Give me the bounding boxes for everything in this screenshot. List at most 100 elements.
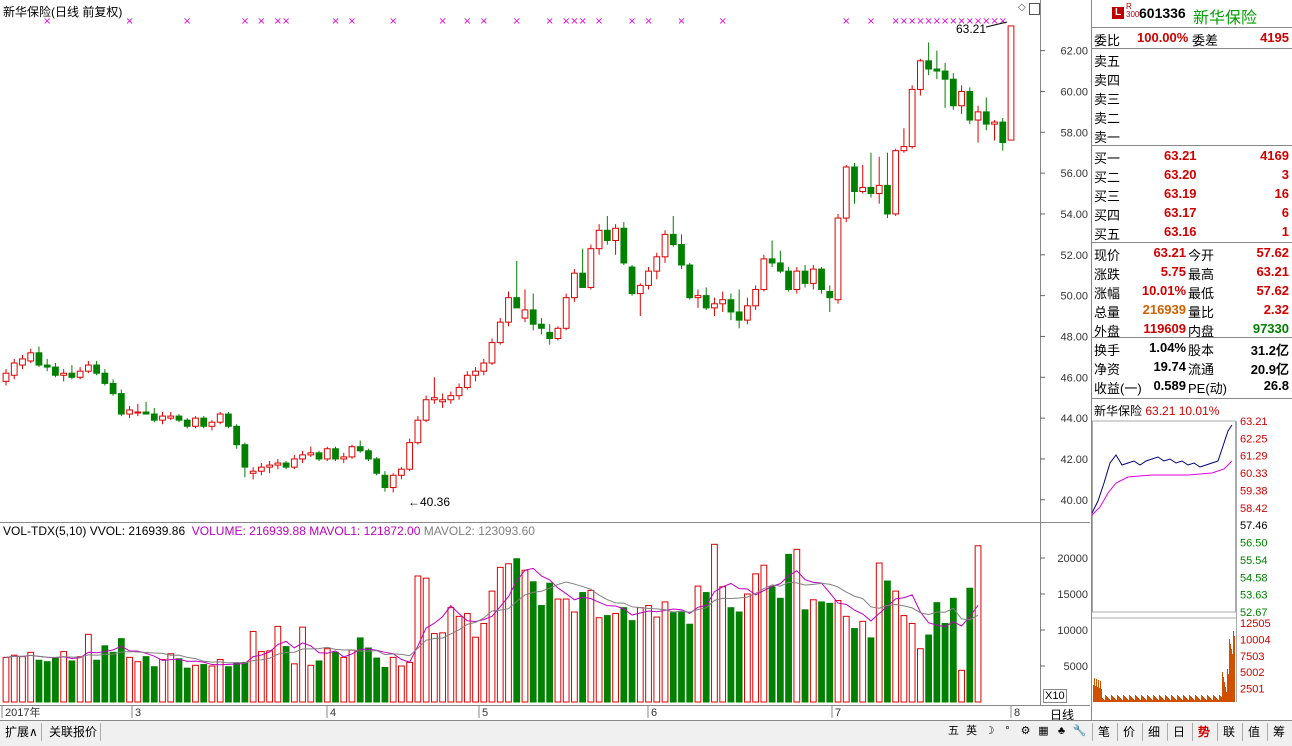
fundamental-row: 净资 19.74 流通 20.9亿 [1092, 358, 1292, 377]
volume-bar [735, 611, 743, 703]
signal-marker: × [241, 16, 249, 27]
tray-icon[interactable]: ⚙ [1018, 724, 1033, 739]
quote-label: 总量 [1094, 305, 1121, 320]
tray-icon[interactable]: 英 [964, 724, 979, 739]
candle-body [892, 150, 900, 215]
signal-marker: × [545, 16, 553, 27]
sell-level-row[interactable]: 卖三 [1092, 88, 1292, 107]
candle-body [348, 446, 356, 458]
volume-bar [834, 599, 842, 703]
volume-bar [653, 616, 661, 703]
candle-body [752, 289, 760, 307]
candle-body [949, 78, 957, 107]
fundamental-value: 19.74 [1153, 359, 1186, 374]
intraday-mini-chart[interactable]: 63.21 62.25 61.29 60.33 59.38 58.42 57.46 56.50… [1092, 417, 1292, 717]
side-tab[interactable]: 联 [1217, 723, 1240, 741]
volume-bar [52, 657, 59, 703]
side-tab[interactable]: 势 [1192, 723, 1215, 741]
window-restore-icon[interactable] [1029, 3, 1040, 15]
side-tab[interactable]: 细 [1142, 723, 1165, 741]
candle-body [126, 409, 133, 415]
expand-tab[interactable]: 扩展∧ [2, 723, 42, 741]
candle-body [373, 458, 381, 474]
mini-vol-tick: 7503 [1240, 651, 1264, 663]
month-label: 5 [482, 707, 488, 719]
sell-level-row[interactable]: 卖二 [1092, 107, 1292, 126]
buy-level-row[interactable]: 买三 63.19 16 [1092, 185, 1292, 204]
volume-bar [628, 620, 636, 703]
related-quote-tab[interactable]: 关联报价 [46, 723, 102, 741]
quote-value: 57.62 [1256, 283, 1289, 298]
quote-row: 涨跌 5.75 最高 63.21 [1092, 263, 1292, 282]
buy-level-volume: 6 [1281, 205, 1289, 220]
volume-bar [818, 601, 825, 703]
buy-level-row[interactable]: 买五 63.16 1 [1092, 223, 1292, 242]
vol-volume: VOLUME: 216939.88 [191, 524, 306, 538]
buy-level-row[interactable]: 买一 63.21 4169 [1092, 147, 1292, 166]
tray-icon[interactable]: ♣ [1054, 724, 1069, 739]
side-tab[interactable]: 笔 [1092, 723, 1115, 741]
volume-bar [315, 660, 323, 703]
candle-body [529, 309, 537, 325]
candle-body [851, 166, 858, 192]
quote-value: 57.62 [1256, 245, 1289, 260]
volume-bar [925, 634, 933, 703]
side-tab[interactable]: 筹 [1267, 723, 1290, 741]
volume-bar [571, 611, 578, 703]
quote-value: 63.21 [1153, 245, 1186, 260]
candle-body [834, 217, 842, 301]
volume-bar [282, 646, 290, 703]
side-tab[interactable]: 值 [1242, 723, 1265, 741]
buy-level-row[interactable]: 买二 63.20 3 [1092, 166, 1292, 185]
volume-bar [35, 659, 43, 703]
candle-body [323, 448, 331, 460]
mini-vol-tick: 10004 [1240, 634, 1271, 646]
tray-icon[interactable]: ° [1000, 724, 1015, 739]
candle-body [208, 421, 216, 427]
fundamental-label: 净资 [1094, 362, 1121, 377]
sell-level-row[interactable]: 卖五 [1092, 50, 1292, 69]
candle-body [587, 248, 595, 288]
candle-body [735, 311, 743, 321]
stock-name: 新华保险 [1193, 10, 1258, 27]
sell-level-row[interactable]: 卖一 [1092, 126, 1292, 145]
sell-level-label: 卖三 [1094, 92, 1121, 107]
tray-icon[interactable]: 五 [946, 724, 961, 739]
diamond-icon[interactable]: ◇ [1018, 3, 1028, 13]
side-tab[interactable]: 日 [1167, 723, 1190, 741]
volume-bar [216, 659, 224, 703]
buy-level-row[interactable]: 买四 63.17 6 [1092, 204, 1292, 223]
volume-bar [686, 623, 694, 703]
volume-bar [340, 656, 348, 703]
price-tick-label: 44.00 [1060, 413, 1088, 425]
candle-body [266, 464, 273, 468]
sell-level-row[interactable]: 卖四 [1092, 69, 1292, 88]
candle-body [365, 450, 372, 460]
candle-body [521, 309, 529, 319]
candle-body [381, 474, 389, 489]
mini-vol-tick: 12505 [1240, 618, 1271, 630]
tray-icon[interactable]: ▦ [1036, 724, 1051, 739]
kline-chart[interactable]: 62.00 60.00 58.00 56.00 54.00 52.00 50.00 48.00… [0, 0, 1090, 720]
candle-body [480, 362, 488, 372]
volume-bar [356, 637, 364, 703]
tray-icon[interactable]: ☽ [982, 724, 997, 739]
volume-bar [826, 602, 834, 703]
volume-bar [167, 653, 175, 703]
candle-body [406, 442, 414, 470]
tray-icon[interactable]: 🔧 [1072, 724, 1087, 739]
buy-level-volume: 16 [1274, 186, 1289, 201]
volume-bar [661, 601, 669, 703]
volume-bar [867, 637, 875, 703]
kline-chart-area[interactable]: 62.00 60.00 58.00 56.00 54.00 52.00 50.00 48.00… [0, 0, 1090, 722]
signal-marker: × [677, 16, 685, 27]
vol-tick-label: 10000 [1057, 625, 1088, 637]
side-tab[interactable]: 价 [1117, 723, 1140, 741]
mini-price-tick: 56.50 [1240, 538, 1268, 550]
candle-body [216, 413, 224, 423]
candle-body [249, 470, 257, 474]
volume-bar [348, 649, 356, 703]
candle-body [686, 264, 694, 299]
candle-body [974, 111, 982, 121]
quote-label: 量比 [1188, 305, 1215, 320]
